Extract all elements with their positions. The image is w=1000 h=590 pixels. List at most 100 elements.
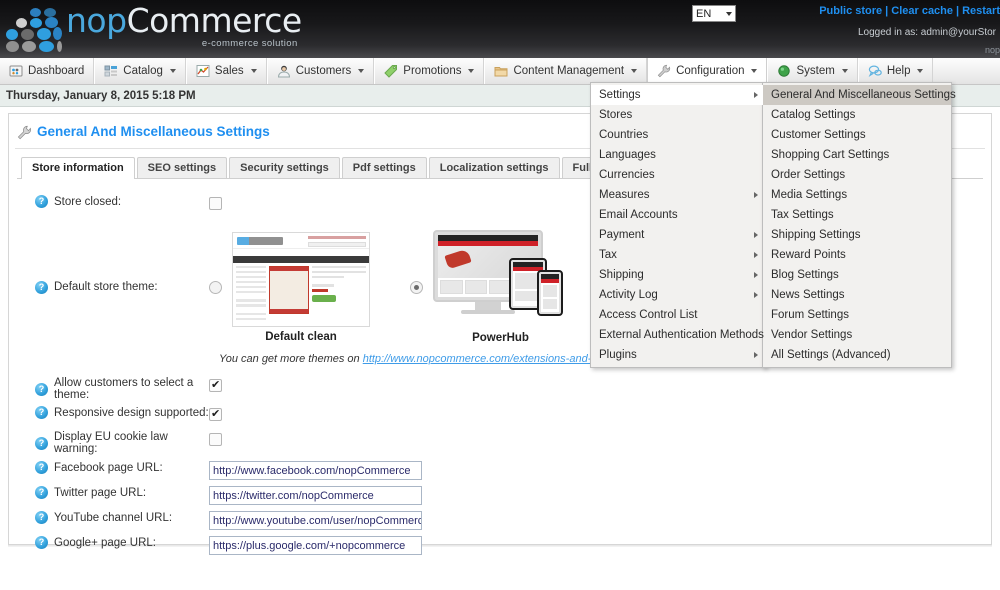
facebook-label: Facebook page URL: [54,461,163,474]
menu-item-promotions[interactable]: Promotions [374,58,485,84]
menu-currencies[interactable]: Currencies [591,165,765,185]
tab-store-information[interactable]: Store information [21,157,135,179]
logo[interactable]: nopCommerce e-commerce solution [6,4,302,52]
public-store-link[interactable]: Public store [819,5,882,17]
submenu-news-settings[interactable]: News Settings [763,285,951,305]
menu-payment[interactable]: Payment [591,225,765,245]
youtube-input[interactable]: http://www.youtube.com/user/nopCommerce [209,511,422,530]
menu-item-system-label: System [796,65,835,77]
field-youtube-url: ? YouTube channel URL: http://www.youtub… [9,511,991,531]
twitter-label-wrap: ? Twitter page URL: [9,486,209,499]
menu-external-authentication-methods[interactable]: External Authentication Methods [591,325,765,345]
menu-shipping[interactable]: Shipping [591,265,765,285]
submenu-blog-settings-label: Blog Settings [771,269,839,281]
tab-security-settings[interactable]: Security settings [229,157,340,178]
menu-stores-label: Stores [599,109,633,121]
menu-item-sales-label: Sales [214,65,244,77]
responsive-checkbox[interactable] [209,407,222,422]
help-tooltip-icon[interactable]: ? [35,511,48,524]
tab-pdf-settings[interactable]: Pdf settings [341,157,427,178]
help-tooltip-icon[interactable]: ? [35,436,48,450]
store-closed-checkbox[interactable] [209,197,222,211]
menu-item-dashboard[interactable]: Dashboard [0,58,95,84]
menu-item-system[interactable]: System [767,58,858,84]
submenu-arrow-icon [754,192,758,198]
main-menu-bar: Dashboard Catalog Sales Customers Promot… [0,58,1000,85]
submenu-shopping-cart-settings[interactable]: Shopping Cart Settings [763,145,951,165]
store-closed-label: Store closed: [54,195,122,208]
menu-shipping-label: Shipping [599,269,644,281]
menu-plugins[interactable]: Plugins [591,345,765,365]
theme-radio-powerhub[interactable] [410,280,423,294]
chevron-down-icon [631,69,638,73]
theme-thumb-powerhub-wrap: PowerHub [433,230,568,344]
menu-item-content-management-label: Content Management [513,65,625,77]
menu-external-authentication-methods-label: External Authentication Methods [599,329,764,341]
googleplus-input[interactable]: https://plus.google.com/+nopcommerce [209,536,422,555]
help-tooltip-icon[interactable]: ? [35,406,48,419]
submenu-arrow-icon [754,232,758,238]
menu-countries[interactable]: Countries [591,125,765,145]
menu-item-dashboard-label: Dashboard [28,65,85,77]
twitter-input[interactable]: https://twitter.com/nopCommerce [209,486,422,505]
submenu-tax-settings[interactable]: Tax Settings [763,205,951,225]
submenu-blog-settings[interactable]: Blog Settings [763,265,951,285]
chevron-down-icon [841,69,848,73]
menu-item-customers[interactable]: Customers [266,58,375,84]
language-selector[interactable]: EN [692,5,736,22]
menu-item-catalog[interactable]: Catalog [94,58,186,84]
theme-option-default-clean[interactable]: Default clean [209,231,370,343]
menu-item-help[interactable]: Help [857,58,934,84]
facebook-control: http://www.facebook.com/nopCommerce [209,461,991,480]
googleplus-label: Google+ page URL: [54,536,156,549]
menu-languages[interactable]: Languages [591,145,765,165]
menu-item-sales[interactable]: Sales [185,58,267,84]
submenu-vendor-settings[interactable]: Vendor Settings [763,325,951,345]
help-tooltip-icon[interactable]: ? [35,382,48,396]
restart-application-link[interactable]: Restart [962,5,1000,17]
menu-settings[interactable]: Settings [591,85,765,105]
theme-radio-default-clean[interactable] [209,280,222,294]
menu-measures[interactable]: Measures [591,185,765,205]
tab-localization-settings[interactable]: Localization settings [428,157,560,178]
theme-option-powerhub[interactable]: PowerHub [410,230,568,344]
help-tooltip-icon[interactable]: ? [35,461,48,474]
sales-icon [196,64,210,78]
facebook-label-wrap: ? Facebook page URL: [9,461,209,474]
youtube-label-wrap: ? YouTube channel URL: [9,511,209,524]
help-tooltip-icon[interactable]: ? [35,280,48,294]
submenu-shipping-settings[interactable]: Shipping Settings [763,225,951,245]
submenu-catalog-settings[interactable]: Catalog Settings [763,105,951,125]
submenu-all-settings-advanced[interactable]: All Settings (Advanced) [763,345,951,365]
submenu-forum-settings[interactable]: Forum Settings [763,305,951,325]
submenu-reward-points[interactable]: Reward Points [763,245,951,265]
theme-thumb-default-clean-wrap: Default clean [232,231,370,343]
menu-payment-label: Payment [599,229,645,241]
field-googleplus-url: ? Google+ page URL: https://plus.google.… [9,536,991,556]
menu-activity-log[interactable]: Activity Log [591,285,765,305]
submenu-customer-settings[interactable]: Customer Settings [763,125,951,145]
help-tooltip-icon[interactable]: ? [35,195,48,208]
menu-stores[interactable]: Stores [591,105,765,125]
submenu-news-settings-label: News Settings [771,289,845,301]
submenu-media-settings[interactable]: Media Settings [763,185,951,205]
help-tooltip-icon[interactable]: ? [35,486,48,499]
clear-cache-link[interactable]: Clear cache [891,5,953,17]
allow-select-theme-label-wrap: ? Allow customers to select a theme: [9,377,209,401]
menu-currencies-label: Currencies [599,169,655,181]
menu-tax[interactable]: Tax [591,245,765,265]
help-tooltip-icon[interactable]: ? [35,536,48,549]
tab-seo-settings[interactable]: SEO settings [136,157,228,178]
facebook-input[interactable]: http://www.facebook.com/nopCommerce [209,461,422,480]
chevron-down-icon [468,69,475,73]
menu-item-configuration[interactable]: Configuration [647,58,768,84]
eu-cookie-label: Display EU cookie law warning: [54,431,168,455]
menu-access-control-list[interactable]: Access Control List [591,305,765,325]
allow-select-theme-checkbox[interactable] [209,378,222,393]
menu-email-accounts[interactable]: Email Accounts [591,205,765,225]
submenu-order-settings[interactable]: Order Settings [763,165,951,185]
menu-countries-label: Countries [599,129,649,141]
eu-cookie-checkbox[interactable] [209,433,222,447]
menu-item-content-management[interactable]: Content Management [484,58,648,84]
submenu-general-and-miscellaneous-settings[interactable]: General And Miscellaneous Settings [763,85,956,105]
